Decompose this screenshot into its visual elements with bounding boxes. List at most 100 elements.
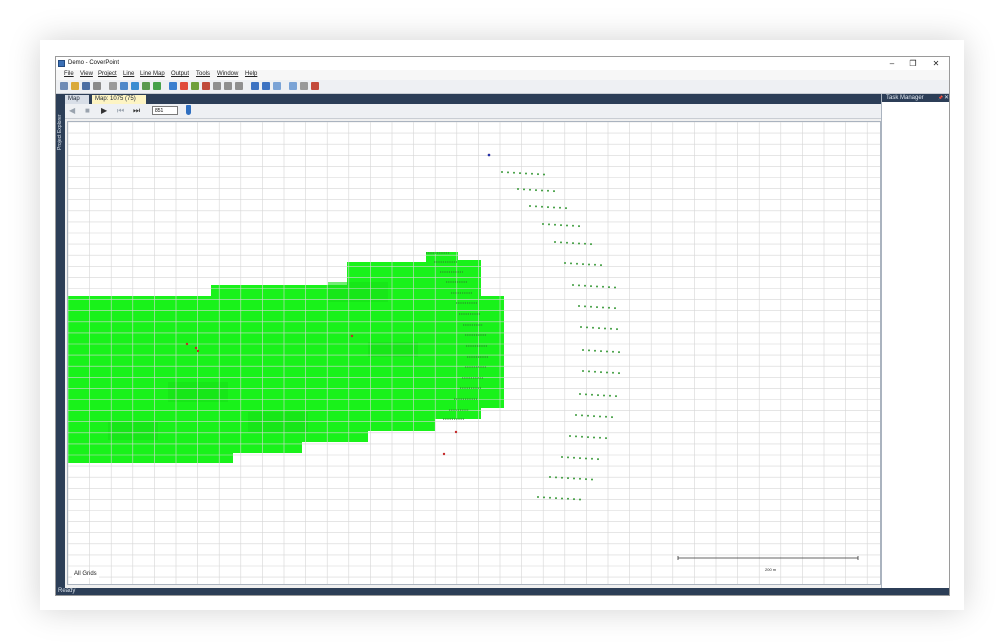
cut-icon[interactable]	[109, 82, 117, 90]
open-icon[interactable]	[71, 82, 79, 90]
pin-icon[interactable]: 📌	[938, 94, 943, 102]
receiver-point	[543, 173, 545, 176]
receiver-point	[590, 285, 592, 288]
play-button[interactable]: ▶	[101, 107, 107, 115]
copy-icon[interactable]	[120, 82, 128, 90]
receiver-point	[606, 371, 608, 374]
playback-toolbar: ◀ ■ ▶ ⏮ ⏭	[65, 104, 881, 119]
undo-icon[interactable]	[224, 82, 232, 90]
receiver-point	[599, 436, 601, 439]
map-view[interactable]: All Grids 200 m	[67, 121, 881, 585]
receiver-point	[553, 206, 555, 209]
receiver-point	[612, 350, 614, 353]
grid-icon[interactable]	[142, 82, 150, 90]
next-frame-button[interactable]: ⏭	[133, 107, 140, 115]
export-icon[interactable]	[202, 82, 210, 90]
arrow-icon[interactable]	[213, 82, 221, 90]
zoom-icon[interactable]	[273, 82, 281, 90]
help-icon[interactable]	[251, 82, 259, 90]
menu-line[interactable]: Line	[123, 71, 134, 77]
receiver-point	[614, 286, 616, 289]
tab-map-1075[interactable]: Map: 1075 (75) ✕	[92, 95, 146, 111]
receiver-point	[572, 284, 574, 286]
receiver-point	[554, 223, 556, 226]
filter-icon[interactable]	[300, 82, 308, 90]
previous-frame-button[interactable]: ⏮	[117, 107, 124, 115]
receiver-point	[561, 456, 563, 458]
receiver-point	[585, 457, 587, 460]
receiver-point	[588, 263, 590, 266]
layers-icon[interactable]	[153, 82, 161, 90]
title-bar: Demo - CoverPoint – ❐ ✕	[56, 57, 949, 70]
receiver-point	[585, 393, 587, 396]
layer-label: All Grids	[72, 570, 99, 578]
frame-number-input[interactable]	[152, 106, 178, 115]
receiver-point	[537, 173, 539, 176]
receiver-point	[592, 326, 594, 329]
receiver-point	[559, 206, 561, 209]
receiver-point	[549, 476, 551, 478]
table-icon[interactable]	[191, 82, 199, 90]
stop-button[interactable]: ■	[85, 107, 90, 115]
tab-map-1075-label: Map: 1075 (75)	[95, 96, 136, 102]
menu-project[interactable]: Project	[98, 71, 117, 77]
receiver-point	[567, 497, 569, 500]
app-window: Demo - CoverPoint – ❐ ✕ File View Projec…	[55, 56, 950, 596]
rewind-button[interactable]: ◀	[69, 107, 75, 115]
menu-file[interactable]: File	[64, 71, 74, 77]
receiver-point	[610, 327, 612, 330]
ruler-icon[interactable]	[289, 82, 297, 90]
receiver-point	[569, 435, 571, 437]
receiver-point	[596, 306, 598, 309]
new-icon[interactable]	[60, 82, 68, 90]
receiver-point	[535, 189, 537, 192]
print-icon[interactable]	[93, 82, 101, 90]
tab-map[interactable]: Map	[65, 95, 89, 104]
document-tabs: Map Map: 1075 (75) ✕	[65, 94, 881, 111]
menu-view[interactable]: View	[80, 71, 93, 77]
menu-help[interactable]: Help	[245, 71, 257, 77]
menu-window[interactable]: Window	[217, 71, 238, 77]
menu-tools[interactable]: Tools	[196, 71, 210, 77]
receiver-point	[567, 477, 569, 480]
receiver-point	[584, 284, 586, 287]
receiver-point	[543, 496, 545, 499]
close-button[interactable]: ✕	[926, 58, 946, 69]
settings-icon[interactable]	[262, 82, 270, 90]
receiver-point	[507, 171, 509, 174]
globe-icon[interactable]	[131, 82, 139, 90]
menu-output[interactable]: Output	[171, 71, 189, 77]
receiver-point	[541, 205, 543, 208]
tag-icon[interactable]	[311, 82, 319, 90]
frame-slider-handle[interactable]	[186, 105, 191, 115]
project-explorer-dock[interactable]: Project Explorer	[56, 94, 65, 588]
close-panel-icon[interactable]: ✕	[944, 94, 949, 102]
receiver-point	[614, 307, 616, 310]
redo-icon[interactable]	[235, 82, 243, 90]
restore-button[interactable]: ❐	[903, 58, 923, 69]
receiver-point	[570, 262, 572, 265]
receiver-point	[611, 416, 613, 419]
receiver-point	[547, 206, 549, 209]
receiver-point	[582, 263, 584, 266]
chart-icon[interactable]	[180, 82, 188, 90]
line-icon[interactable]	[169, 82, 177, 90]
receiver-point	[529, 188, 531, 191]
save-icon[interactable]	[82, 82, 90, 90]
receiver-point	[573, 477, 575, 480]
receiver-point	[600, 264, 602, 267]
receiver-point	[560, 241, 562, 244]
receiver-point	[576, 262, 578, 265]
receiver-point	[608, 286, 610, 289]
menu-line-map[interactable]: Line Map	[140, 71, 165, 77]
receiver-point	[531, 172, 533, 175]
receiver-point	[594, 370, 596, 373]
shot-marker	[194, 346, 198, 350]
receiver-point	[573, 456, 575, 459]
project-explorer-label: Project Explorer	[57, 114, 63, 150]
receiver-point	[587, 414, 589, 417]
minimize-button[interactable]: –	[882, 58, 902, 69]
receiver-point	[604, 327, 606, 330]
receiver-point	[580, 326, 582, 328]
map-canvas[interactable]	[68, 122, 880, 584]
